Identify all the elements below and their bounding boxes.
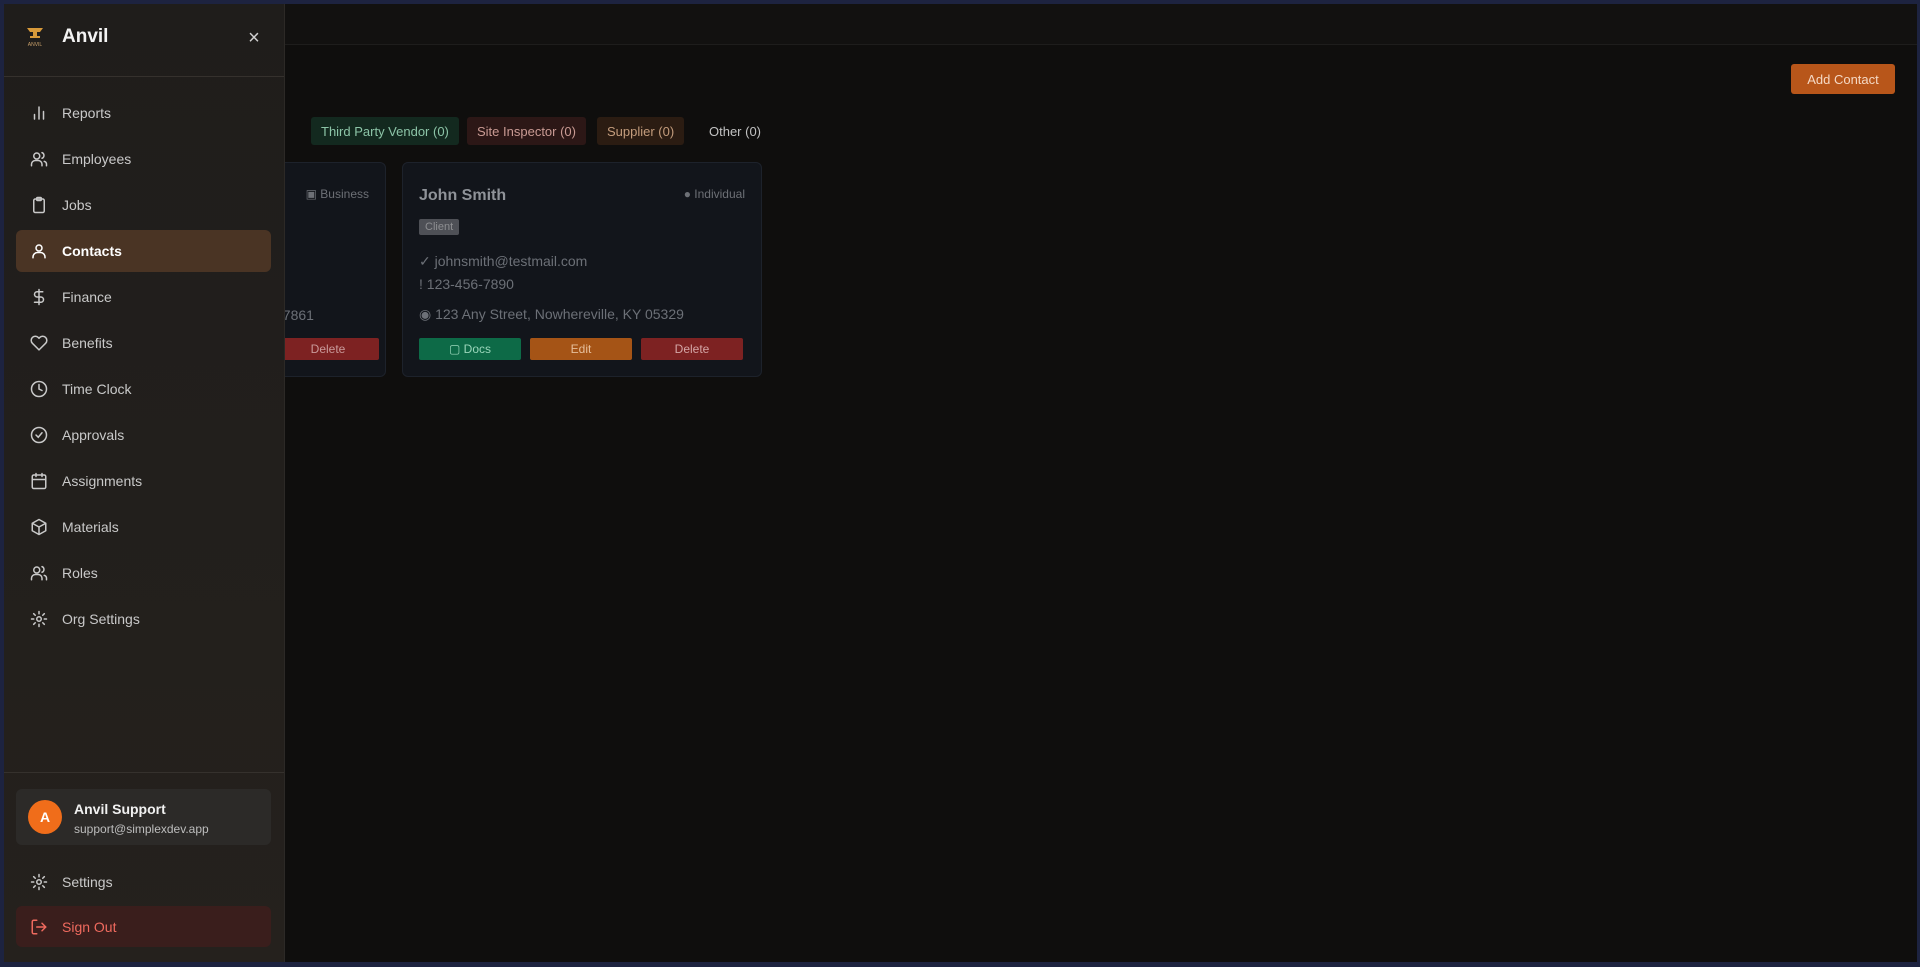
delete-button[interactable]: Delete xyxy=(277,338,379,360)
sidebar-item-label: Time Clock xyxy=(62,381,132,397)
brand-name: Anvil xyxy=(62,26,109,47)
sidebar-item-label: Materials xyxy=(62,519,119,535)
divider xyxy=(4,76,284,77)
delete-button[interactable]: Delete xyxy=(641,338,743,360)
sign-out-button[interactable]: Sign Out xyxy=(16,906,271,947)
contact-address: ◉ 123 Any Street, Nowhereville, KY 05329 xyxy=(419,306,684,322)
sidebar-item-label: Benefits xyxy=(62,335,113,351)
filter-chip-supplier[interactable]: Supplier (0) xyxy=(597,117,685,145)
sidebar-item-label: Assignments xyxy=(62,473,143,489)
user-name: Anvil Support xyxy=(74,801,166,817)
app-window: Add Contact ) Third Party Vendor (0) Sit… xyxy=(4,4,1917,962)
sidebar-item-roles[interactable]: Roles xyxy=(16,552,271,594)
user-email: support@simplexdev.app xyxy=(74,822,209,836)
dollar-icon xyxy=(33,288,45,306)
sidebar-item-reports[interactable]: Reports xyxy=(16,92,271,134)
filter-chip-site-inspector[interactable]: Site Inspector (0) xyxy=(467,117,586,145)
users-icon xyxy=(30,151,48,167)
sidebar-item-label: Jobs xyxy=(62,197,92,213)
sidebar-item-assignments[interactable]: Assignments xyxy=(16,460,271,502)
sign-out-icon xyxy=(31,919,47,934)
contact-kind: ● Individual xyxy=(683,187,745,201)
sidebar-item-jobs[interactable]: Jobs xyxy=(16,184,271,226)
edit-button[interactable]: Edit xyxy=(530,338,632,360)
gear-icon xyxy=(30,610,48,628)
calendar-icon xyxy=(31,472,47,490)
contact-email: ✓ johnsmith@testmail.com xyxy=(419,253,588,269)
sidebar-item-label: Finance xyxy=(62,289,112,305)
settings-label: Settings xyxy=(62,874,113,890)
sidebar-item-label: Approvals xyxy=(62,427,125,443)
user-icon xyxy=(32,244,46,259)
contact-name: John Smith xyxy=(419,187,507,204)
sidebar-item-label: Roles xyxy=(62,565,98,581)
docs-button[interactable]: ▢ Docs xyxy=(419,338,521,360)
sidebar-item-label: Contacts xyxy=(62,243,122,259)
settings-link[interactable]: Settings xyxy=(16,861,285,903)
users-icon xyxy=(30,565,48,581)
gear-icon xyxy=(30,873,48,891)
sidebar-item-materials[interactable]: Materials xyxy=(16,506,271,548)
contact-type-badge: Client xyxy=(419,219,460,235)
clock-icon xyxy=(30,380,48,398)
anvil-logo-icon: ANVIL xyxy=(27,28,43,48)
sidebar-drawer: ANVIL Anvil × Reports Employees Jobs Con… xyxy=(4,4,285,962)
sign-out-label: Sign Out xyxy=(62,918,117,935)
clipboard-icon xyxy=(33,196,45,214)
sidebar-item-finance[interactable]: Finance xyxy=(16,276,271,318)
contact-kind: ▣ Business xyxy=(305,187,369,201)
svg-text:ANVIL: ANVIL xyxy=(28,42,43,48)
filter-chip-other[interactable]: Other (0) xyxy=(699,117,771,145)
sidebar-item-org-settings[interactable]: Org Settings xyxy=(16,598,271,640)
sidebar-item-label: Employees xyxy=(62,151,132,167)
avatar: A xyxy=(28,800,62,834)
bar-chart-icon xyxy=(33,106,45,120)
sidebar-item-label: Reports xyxy=(62,105,112,121)
check-circle-icon xyxy=(30,426,48,444)
sidebar-item-benefits[interactable]: Benefits xyxy=(16,322,271,364)
heart-icon xyxy=(30,335,48,351)
divider xyxy=(4,772,284,773)
brand[interactable]: ANVIL Anvil xyxy=(24,25,108,49)
sidebar-item-employees[interactable]: Employees xyxy=(16,138,271,180)
add-contact-button[interactable]: Add Contact xyxy=(1791,64,1895,94)
user-profile-card[interactable]: A Anvil Support support@simplexdev.app xyxy=(16,789,271,845)
sidebar-item-label: Org Settings xyxy=(62,611,140,627)
box-icon xyxy=(31,518,47,536)
sidebar-item-approvals[interactable]: Approvals xyxy=(16,414,271,456)
contact-card[interactable]: John Smith ● Individual Client ✓ johnsmi… xyxy=(402,162,762,377)
contact-phone: ! 123-456-7890 xyxy=(419,276,514,292)
sidebar-item-time-clock[interactable]: Time Clock xyxy=(16,368,271,410)
sidebar-item-contacts[interactable]: Contacts xyxy=(16,230,271,272)
top-bar xyxy=(4,4,1917,45)
close-icon[interactable]: × xyxy=(242,26,266,50)
sidebar-nav: Reports Employees Jobs Contacts Finance … xyxy=(16,92,271,644)
filter-chip-third-party-vendor[interactable]: Third Party Vendor (0) xyxy=(311,117,459,145)
